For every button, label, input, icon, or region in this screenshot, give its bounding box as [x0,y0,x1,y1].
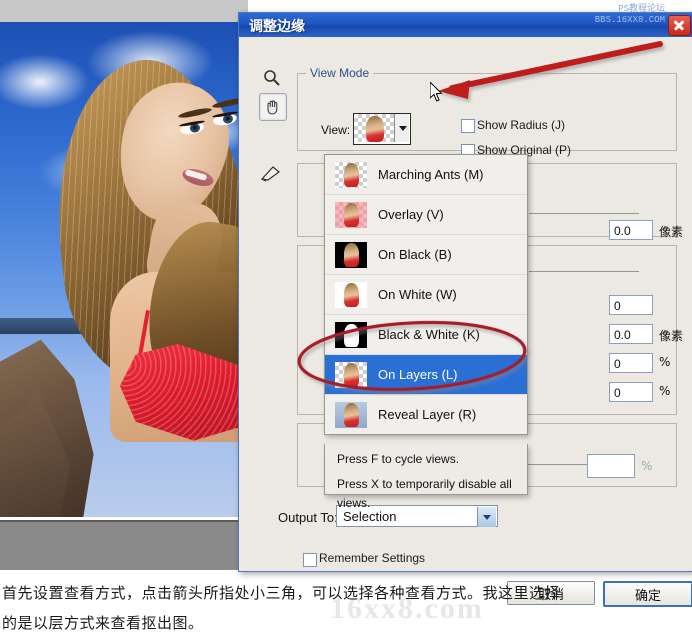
thumbnail-icon [335,361,367,388]
thumbnail-icon [335,321,367,348]
contrast-value-field[interactable]: 0 [609,353,653,373]
dropdown-item-on-white[interactable]: On White (W) [325,275,527,315]
caption-line-1: 首先设置查看方式，点击箭头所指处小三角，可以选择各种查看方式。我这里选择 [2,584,561,602]
dropdown-item-marching-ants[interactable]: Marching Ants (M) [325,155,527,195]
thumbnail-icon [335,161,367,188]
thumbnail-icon [335,201,367,228]
caption-line-2: 的是以层方式来查看抠出图。 [2,614,204,632]
dropdown-item-label: Overlay (V) [378,207,444,222]
watermark-line2: BBS.16XX8.COM [594,15,665,25]
view-swatch-dropdown[interactable] [353,113,411,145]
feather-value-field[interactable]: 0.0 [609,324,653,344]
refine-edge-dialog: 调整边缘 PS教程论坛 BBS.16XX8.COM View Mode View… [238,4,692,607]
watermark-line1: PS教程论坛 [618,4,665,14]
document-titlebar [0,0,248,23]
dialog-titlebar[interactable]: 调整边缘 PS教程论坛 BBS.16XX8.COM [239,4,692,37]
photo-document-window [0,0,248,570]
thumbnail-icon [335,281,367,308]
zoom-tool-icon[interactable] [259,65,285,91]
remember-settings-checkbox[interactable] [303,553,317,567]
shift-edge-value-field[interactable]: 0 [609,382,653,402]
photo-canvas[interactable] [0,22,248,517]
dropdown-item-label: On Layers (L) [378,367,458,382]
thumbnail-icon [335,241,367,268]
show-radius-label: Show Radius (J) [477,118,566,132]
dropdown-hint-panel: Press F to cycle views. Press X to tempo… [324,444,528,510]
dialog-body: View Mode View: Show Radius (J) Show Ori… [239,37,692,607]
dropdown-item-overlay[interactable]: Overlay (V) [325,195,527,235]
dropdown-hint-line2: Press X to temporarily disable all views… [337,477,512,510]
radius-value-field[interactable]: 0.0 [609,220,653,240]
decontaminate-value-field[interactable] [587,454,635,478]
dropdown-hint-line1: Press F to cycle views. [337,452,460,466]
dropdown-item-label: On White (W) [378,287,457,302]
hand-tool-icon[interactable] [259,93,287,121]
shift-edge-unit: % [659,384,671,398]
dropdown-item-black-and-white[interactable]: Black & White (K) [325,315,527,355]
view-mode-dropdown-list[interactable]: Marching Ants (M) Overlay (V) On Black (… [324,154,528,435]
document-gray-area [0,520,248,570]
feather-unit: 像素 [659,329,684,343]
smooth-slider-track[interactable] [529,271,639,272]
dropdown-item-reveal-layer[interactable]: Reveal Layer (R) [325,395,527,434]
remember-settings-label: Remember Settings [319,551,426,565]
view-thumbnail [354,114,394,142]
refine-brush-tool-icon[interactable] [257,161,283,187]
show-radius-checkbox[interactable] [461,119,475,133]
view-mode-legend: View Mode [306,66,374,80]
mouse-cursor-icon [430,82,443,102]
decontaminate-unit: % [641,459,653,473]
caption-block: 首先设置查看方式，点击箭头所指处小三角，可以选择各种查看方式。我这里选择 的是以… [0,578,692,638]
dropdown-item-label: Black & White (K) [378,327,480,342]
close-icon[interactable] [668,15,691,36]
dialog-title: 调整边缘 [249,19,305,35]
dropdown-item-on-layers[interactable]: On Layers (L) [325,355,527,395]
dropdown-item-label: Reveal Layer (R) [378,407,477,422]
radius-unit: 像素 [659,225,684,239]
view-label: View: [321,123,351,137]
smooth-value-field[interactable]: 0 [609,295,653,315]
dropdown-item-label: Marching Ants (M) [378,167,484,182]
dropdown-item-on-black[interactable]: On Black (B) [325,235,527,275]
chevron-down-icon[interactable] [394,114,409,142]
contrast-unit: % [659,355,671,369]
forum-watermark: PS教程论坛 BBS.16XX8.COM [595,4,665,26]
dropdown-item-label: On Black (B) [378,247,452,262]
thumbnail-icon [335,401,367,428]
radius-slider-track[interactable] [529,213,639,214]
